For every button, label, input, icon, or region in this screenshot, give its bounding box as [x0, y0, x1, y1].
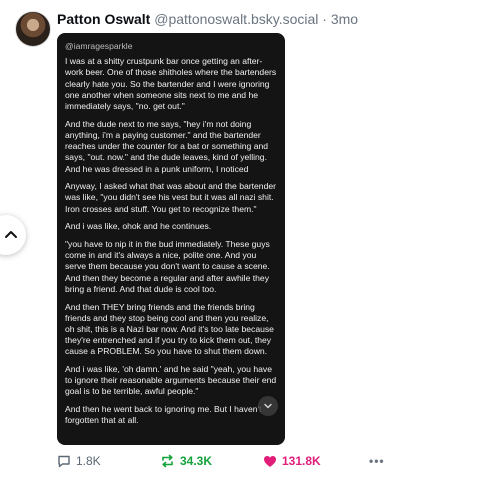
- embed-paragraph: Anyway, I asked what that was about and …: [65, 181, 276, 214]
- like-button[interactable]: 131.8K: [263, 454, 321, 468]
- embed-paragraph: And the dude next to me says, "hey i'm n…: [65, 118, 269, 174]
- post-actions: 1.8K 34.3K 131.8K •••: [57, 454, 387, 470]
- repost-count: 34.3K: [180, 454, 213, 468]
- chevron-up-icon: [5, 231, 17, 238]
- embed-paragraph: And then THEY bring friends and the frie…: [65, 301, 274, 357]
- separator-dot: ·: [322, 11, 327, 27]
- author-name[interactable]: Patton Oswalt: [57, 11, 150, 27]
- chevron-down-icon: [264, 403, 272, 409]
- embed-paragraph: And i was like, ohok and he continues.: [65, 221, 212, 232]
- scroll-up-button[interactable]: [0, 215, 26, 255]
- reply-count: 1.8K: [76, 454, 101, 468]
- author-handle[interactable]: @pattonoswalt.bsky.social: [154, 11, 318, 27]
- embed-paragraph: And i was like, 'oh damn.' and he said "…: [65, 364, 277, 397]
- heart-icon: [264, 455, 276, 467]
- ellipsis-icon: •••: [369, 454, 385, 468]
- embed-paragraph: "you have to nip it in the bud immediate…: [65, 239, 270, 294]
- repost-arrows-icon: [162, 454, 173, 468]
- post-view: Patton Oswalt @pattonoswalt.bsky.social …: [0, 0, 480, 480]
- avatar[interactable]: [15, 11, 51, 47]
- reply-button[interactable]: 1.8K: [57, 454, 101, 468]
- quoted-handle: @iamragesparkle: [65, 41, 133, 51]
- post-header: Patton Oswalt @pattonoswalt.bsky.social …: [57, 11, 358, 27]
- expand-button[interactable]: [258, 396, 278, 416]
- post-timestamp[interactable]: 3mo: [331, 11, 358, 27]
- repost-button[interactable]: 34.3K: [160, 454, 212, 468]
- more-options-button[interactable]: •••: [369, 454, 385, 468]
- embed-paragraph: And then he went back to ignoring me. Bu…: [65, 404, 262, 426]
- embed-paragraph: I was at a shitty crustpunk bar once get…: [65, 56, 277, 112]
- speech-bubble-icon: [58, 455, 70, 468]
- like-count: 131.8K: [282, 454, 321, 468]
- post-image-embed[interactable]: @iamragesparkle I was at a shitty crustp…: [57, 33, 285, 445]
